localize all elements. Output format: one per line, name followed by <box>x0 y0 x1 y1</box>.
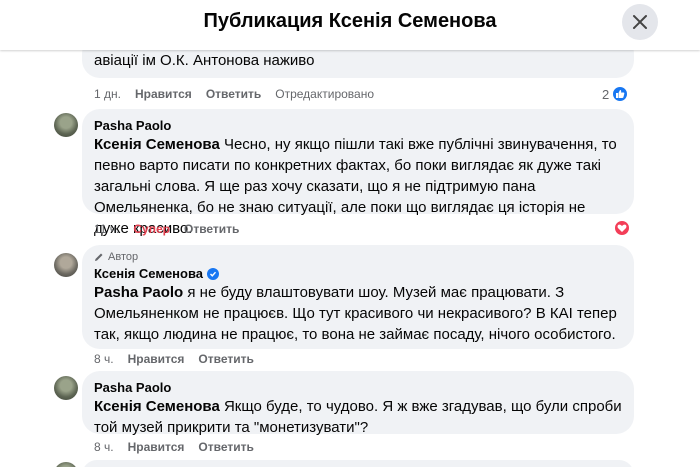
comment-time[interactable]: 8 ч. <box>94 352 114 366</box>
reaction-button[interactable]: Супер <box>133 222 170 236</box>
comments-list: авіації ім О.К. Антонова наживо 2 1 дн. … <box>0 50 700 467</box>
comment-bubble: Pasha Paolo Ксенія Семенова Якщо буде, т… <box>82 371 634 436</box>
like-button[interactable]: Нравится <box>128 440 185 454</box>
comment-author[interactable]: Pasha Paolo <box>94 379 622 396</box>
like-button[interactable]: Нравится <box>135 87 192 101</box>
author-name-text: Ксенія Семенова <box>94 266 204 281</box>
author-tag: Автор <box>94 251 622 263</box>
mention-link[interactable]: Pasha Paolo <box>94 284 183 301</box>
author-tag-label: Автор <box>108 251 139 263</box>
reaction-badge[interactable] <box>613 219 631 237</box>
mention-link[interactable]: Ксенія Семенова <box>94 136 220 153</box>
avatar[interactable] <box>54 462 78 467</box>
verified-badge-icon <box>207 267 220 280</box>
reaction-badge[interactable]: 2 <box>602 85 630 103</box>
comment-text: Ксенія Семенова Якщо буде, то чудово. Я … <box>94 396 622 438</box>
comment-actions: 8 ч. Нравится Ответить <box>94 352 254 366</box>
comment-time[interactable]: 11 ч. <box>94 222 119 236</box>
comment-bubble: Pasha Paolo Ксенія Семенова Чесно, ну як… <box>82 109 634 237</box>
close-icon <box>633 15 647 29</box>
comment-actions: 11 ч. Супер Ответить <box>94 222 239 236</box>
pen-icon <box>95 253 103 261</box>
comment-author[interactable]: Ксенія Семенова <box>94 265 622 282</box>
avatar[interactable] <box>54 113 78 137</box>
comment-text: авіації ім О.К. Антонова наживо <box>94 52 315 69</box>
close-button[interactable] <box>622 4 658 40</box>
dialog-title: Публикация Ксенія Семенова <box>203 10 497 32</box>
comment-time[interactable]: 1 дн. <box>94 87 121 101</box>
comment-actions: 1 дн. Нравится Ответить Отредактировано <box>94 87 374 101</box>
like-button[interactable]: Нравится <box>128 352 185 366</box>
edited-label: Отредактировано <box>275 87 375 101</box>
reply-button[interactable]: Ответить <box>206 87 261 101</box>
comment-bubble: Автор Ксенія Семенова Pasha Paolo я не б… <box>82 245 634 349</box>
love-icon <box>613 219 631 237</box>
comment-text: Pasha Paolo я не буду влаштовувати шоу. … <box>94 282 622 345</box>
reply-button[interactable]: Ответить <box>184 222 239 236</box>
comment-actions: 8 ч. Нравится Ответить <box>94 440 254 454</box>
reaction-count: 2 <box>602 86 610 102</box>
avatar[interactable] <box>54 376 78 400</box>
reply-button[interactable]: Ответить <box>198 352 253 366</box>
like-icon <box>611 85 630 103</box>
mention-link[interactable]: Ксенія Семенова <box>94 398 220 415</box>
comment-author[interactable]: Pasha Paolo <box>94 117 622 134</box>
comment-bubble <box>82 460 634 467</box>
avatar[interactable] <box>54 253 78 277</box>
comment-time[interactable]: 8 ч. <box>94 440 114 454</box>
dialog-header: Публикация Ксенія Семенова <box>0 0 700 50</box>
reply-button[interactable]: Ответить <box>198 440 253 454</box>
comment-bubble: авіації ім О.К. Антонова наживо <box>82 50 634 78</box>
